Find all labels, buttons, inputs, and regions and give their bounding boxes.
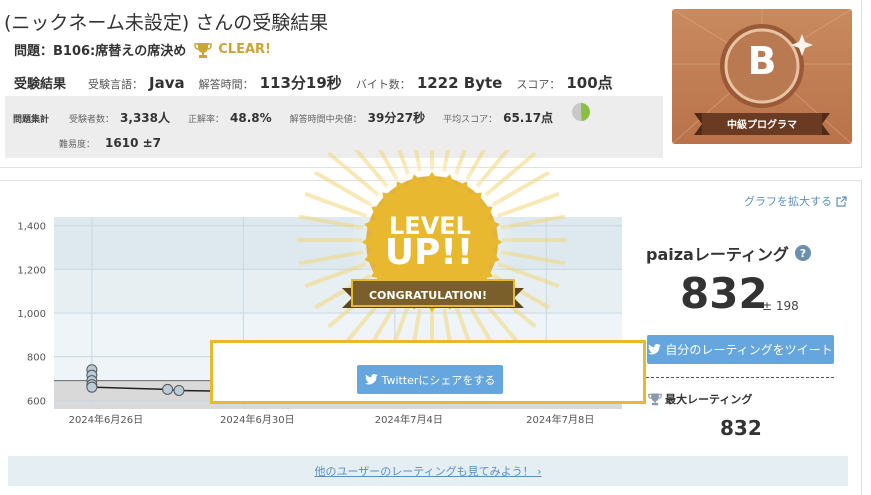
stats-row: 問題集計 受験者数： 3,338人 正解率： 48.8% 解答時間中央値： 39… [13, 103, 591, 126]
result-heading: 受験結果 [14, 77, 67, 92]
max-rating-text: 最大レーティング [665, 393, 753, 406]
score-value: 100点 [566, 74, 613, 92]
max-rating-trophy-icon [648, 393, 662, 406]
average-score-label: 平均スコア： [443, 115, 498, 125]
clear-label: CLEAR! [218, 42, 271, 57]
twitter-bird-icon [648, 344, 662, 355]
badge-label: 中級プログラマ [727, 120, 797, 131]
average-score-value: 65.17点 [503, 111, 554, 125]
max-rating-label: 最大レーティング [648, 391, 752, 407]
rating-title: paizaレーティング ? [646, 241, 811, 265]
accuracy-value: 48.8% [230, 111, 272, 125]
examinees-value: 3,338人 [120, 111, 170, 125]
twitter-share-label: Twitterにシェアをする [381, 373, 496, 387]
result-panel: (ニックネーム未設定) さんの受験結果 問題：B106:席替えの席決め CLEA… [0, 0, 862, 168]
time-label: 解答時間： [198, 78, 254, 91]
max-rating-value: 832 [720, 416, 762, 440]
bytes-value: 1222 Byte [416, 74, 503, 92]
problem-name: 問題：B106:席替えの席決め [14, 44, 187, 59]
rating-title-label: paizaレーティング [646, 245, 789, 264]
external-link-icon [836, 195, 847, 207]
score-label: スコア： [516, 78, 561, 91]
rating-value: 832 [680, 269, 768, 318]
congratulation-label: CONGRATULATION! [368, 289, 488, 302]
rating-point [173, 384, 185, 396]
language-label: 受験言語： [88, 78, 144, 91]
x-tick-label: 2024年7月8日 [526, 413, 594, 426]
twitter-share-button[interactable]: Twitterにシェアをする [357, 365, 503, 394]
enlarge-graph-label: グラフを拡大する [744, 195, 832, 208]
y-tick-label: 800 [27, 353, 46, 364]
twitter-bird-icon [364, 374, 378, 385]
page-title: (ニックネーム未設定) さんの受験結果 [4, 12, 329, 34]
x-tick-label: 2024年7月4日 [375, 413, 443, 426]
rating-point [162, 383, 174, 395]
median-time-label: 解答時間中央値： [289, 115, 362, 125]
view-others-ratings-link[interactable]: 他のユーザーのレーティングも見てみよう！ › [8, 456, 848, 486]
share-dialog: Twitterにシェアをする [210, 340, 646, 404]
y-tick-label: 1,400 [17, 222, 46, 233]
x-tick-label: 2024年6月30日 [220, 413, 295, 426]
difficulty-row: 難易度： 1610 ±7 [59, 136, 161, 150]
bytes-label: バイト数： [355, 78, 411, 91]
rating-deviation: ± 198 [762, 299, 799, 313]
language-value: Java [149, 74, 185, 92]
y-tick-label: 1,000 [17, 309, 46, 320]
help-icon[interactable]: ? [794, 245, 811, 261]
median-time-value: 39分27秒 [367, 111, 426, 125]
problem-stats: 問題集計 受験者数： 3,338人 正解率： 48.8% 解答時間中央値： 39… [5, 96, 663, 158]
badge-rank: B [747, 39, 777, 83]
problem-line: 問題：B106:席替えの席決め CLEAR! [14, 40, 271, 59]
difficulty-label: 難易度： [59, 140, 96, 150]
divider [646, 377, 834, 378]
examinees-label: 受験者数： [69, 115, 115, 125]
accuracy-label: 正解率： [188, 115, 225, 125]
y-tick-label: 1,200 [17, 265, 46, 276]
y-tick-label: 600 [27, 396, 46, 407]
rating-point [86, 381, 98, 393]
accuracy-pie-icon [572, 103, 591, 121]
x-tick-label: 2024年6月26日 [69, 413, 144, 426]
result-line: 受験結果 受験言語： Java 解答時間： 113分19秒 バイト数： 1222… [14, 72, 627, 93]
difficulty-value: 1610 ±7 [105, 136, 161, 150]
tweet-rating-label: 自分のレーティングをツイート [665, 343, 833, 357]
stats-heading: 問題集計 [13, 115, 50, 125]
rank-badge: B 中級プログラマ [671, 8, 853, 145]
trophy-icon [194, 42, 212, 58]
time-value: 113分19秒 [259, 74, 342, 92]
enlarge-graph-link[interactable]: グラフを拡大する [744, 193, 847, 209]
tweet-rating-button[interactable]: 自分のレーティングをツイート [647, 335, 834, 364]
level-up-line2: UP!! [384, 232, 474, 273]
